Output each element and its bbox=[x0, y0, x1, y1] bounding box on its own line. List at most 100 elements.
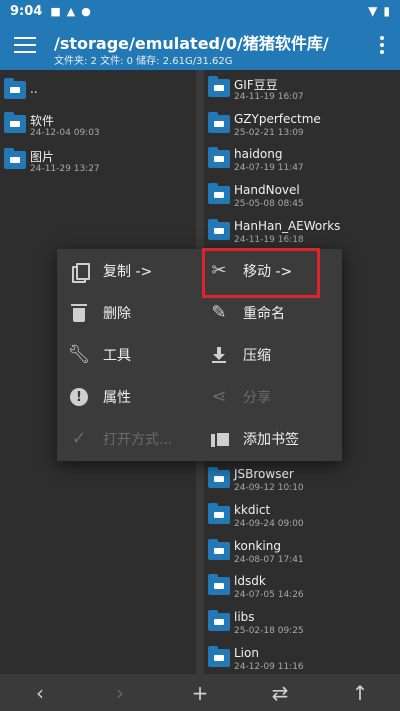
folder-icon bbox=[208, 76, 230, 97]
folder-icon bbox=[208, 610, 230, 631]
item-date: 24-11-29 13:27 bbox=[30, 164, 100, 174]
list-item[interactable]: kkdict 24-09-24 09:00 bbox=[204, 499, 400, 535]
more-options-icon[interactable] bbox=[380, 36, 384, 54]
wrench-icon: 🔧︎ bbox=[67, 344, 91, 365]
item-name: 软件 bbox=[30, 114, 55, 128]
back-button[interactable]: ‹ bbox=[20, 674, 60, 711]
share-menu-item: ⋖ 分享 bbox=[205, 377, 271, 417]
list-item[interactable]: GZYperfectme 25-02-21 13:09 bbox=[204, 108, 400, 144]
delete-label: 删除 bbox=[103, 306, 131, 322]
folder-icon bbox=[4, 148, 26, 169]
up-directory-button[interactable]: ↑ bbox=[340, 674, 380, 711]
wifi-icon: ▼ bbox=[368, 4, 378, 18]
list-item[interactable]: 图片 24-11-29 13:27 bbox=[0, 144, 196, 180]
copy-label: 复制 -> bbox=[103, 264, 153, 280]
open-with-label: 打开方式... bbox=[103, 432, 173, 448]
alert-circle-icon: ! bbox=[70, 388, 88, 406]
add-bookmark-label: 添加书签 bbox=[243, 432, 299, 448]
item-date: 24-11-19 16:18 bbox=[234, 235, 304, 245]
item-date: 25-05-08 08:45 bbox=[234, 199, 304, 209]
shield-icon: ● bbox=[81, 4, 91, 18]
folder-icon bbox=[4, 78, 26, 99]
swap-panes-button[interactable]: ⇄ bbox=[260, 674, 300, 711]
copy-icon bbox=[72, 263, 90, 283]
rename-menu-item[interactable]: ✎ 重命名 bbox=[205, 293, 285, 333]
list-item[interactable]: HandNovel 25-05-08 08:45 bbox=[204, 179, 400, 215]
delete-menu-item[interactable]: 删除 bbox=[65, 293, 131, 333]
folder-icon bbox=[208, 147, 230, 168]
status-time: 9:04 bbox=[10, 3, 43, 19]
folder-icon bbox=[208, 539, 230, 560]
item-name: Lion bbox=[234, 646, 259, 660]
folder-icon bbox=[208, 467, 230, 488]
item-name: 图片 bbox=[30, 150, 55, 164]
item-name: libs bbox=[234, 610, 255, 624]
list-item[interactable]: GIF豆豆 24-11-19 16:07 bbox=[204, 72, 400, 108]
share-label: 分享 bbox=[243, 390, 271, 406]
current-path: /storage/emulated/0/猪猪软件库/ bbox=[54, 34, 329, 53]
item-name: GIF豆豆 bbox=[234, 78, 278, 92]
share-icon: ⋖ bbox=[211, 386, 227, 407]
item-date: 24-07-05 14:26 bbox=[234, 590, 304, 600]
item-date: 25-02-18 09:25 bbox=[234, 626, 304, 636]
item-name: .. bbox=[30, 82, 38, 96]
check-icon: ✓ bbox=[71, 428, 87, 449]
tools-menu-item[interactable]: 🔧︎ 工具 bbox=[65, 335, 131, 375]
rename-label: 重命名 bbox=[243, 306, 285, 322]
add-button[interactable]: + bbox=[180, 674, 220, 711]
list-item[interactable]: libs 25-02-18 09:25 bbox=[204, 606, 400, 642]
list-item[interactable]: 软件 24-12-04 09:03 bbox=[0, 108, 196, 144]
copy-menu-item[interactable]: 复制 -> bbox=[65, 251, 152, 291]
list-item[interactable]: konking 24-08-07 17:41 bbox=[204, 535, 400, 571]
download-icon bbox=[212, 347, 226, 363]
list-item[interactable]: Lion 24-12-09 11:16 bbox=[204, 642, 400, 674]
forward-button[interactable]: › bbox=[100, 674, 140, 711]
folder-icon bbox=[208, 112, 230, 133]
list-item[interactable]: JSBrowser 24-09-12 10:10 bbox=[204, 463, 400, 499]
list-item[interactable]: HanHan_AEWorks 24-11-19 16:18 bbox=[204, 215, 400, 251]
compress-menu-item[interactable]: 压缩 bbox=[205, 335, 271, 375]
item-date: 24-09-12 10:10 bbox=[234, 483, 304, 493]
folder-icon bbox=[208, 219, 230, 240]
item-name: haidong bbox=[234, 147, 283, 161]
item-date: 24-11-19 16:07 bbox=[234, 92, 304, 102]
folder-icon bbox=[4, 112, 26, 133]
item-name: HanHan_AEWorks bbox=[234, 219, 341, 233]
menu-icon[interactable] bbox=[14, 34, 36, 56]
item-name: GZYperfectme bbox=[234, 112, 321, 126]
properties-label: 属性 bbox=[103, 390, 131, 406]
folder-summary: 文件夹: 2 文件: 0 储存: 2.61G/31.62G bbox=[54, 56, 233, 67]
notification-a-icon: ▲ bbox=[66, 4, 76, 18]
bookmark-icon bbox=[211, 431, 231, 448]
status-bar: 9:04 ■ ▲ ● ▼ ▮ bbox=[0, 0, 400, 22]
open-with-menu-item: ✓ 打开方式... bbox=[65, 419, 172, 459]
item-date: 24-08-07 17:41 bbox=[234, 555, 304, 565]
item-date: 25-02-21 13:09 bbox=[234, 128, 304, 138]
folder-icon bbox=[208, 183, 230, 204]
compress-label: 压缩 bbox=[243, 348, 271, 364]
list-item[interactable]: ldsdk 24-07-05 14:26 bbox=[204, 570, 400, 606]
tools-label: 工具 bbox=[103, 348, 131, 364]
item-name: kkdict bbox=[234, 503, 271, 517]
item-name: JSBrowser bbox=[234, 467, 294, 481]
notification-b-icon: ■ bbox=[50, 4, 61, 18]
folder-icon bbox=[208, 646, 230, 667]
highlight-box bbox=[202, 248, 320, 298]
item-date: 24-12-04 09:03 bbox=[30, 128, 100, 138]
bottom-nav-bar: ‹ › + ⇄ ↑ bbox=[0, 674, 400, 711]
item-name: HandNovel bbox=[234, 183, 300, 197]
list-item[interactable]: .. bbox=[0, 74, 196, 110]
folder-icon bbox=[208, 574, 230, 595]
item-date: 24-12-09 11:16 bbox=[234, 662, 304, 672]
trash-icon bbox=[71, 303, 87, 322]
add-bookmark-menu-item[interactable]: 添加书签 bbox=[205, 419, 299, 459]
battery-icon: ▮ bbox=[383, 4, 390, 18]
item-name: ldsdk bbox=[234, 574, 266, 588]
item-date: 24-07-19 11:47 bbox=[234, 163, 304, 173]
folder-icon bbox=[208, 503, 230, 524]
pencil-icon: ✎ bbox=[211, 302, 227, 323]
list-item[interactable]: haidong 24-07-19 11:47 bbox=[204, 143, 400, 179]
item-name: konking bbox=[234, 539, 281, 553]
properties-menu-item[interactable]: ! 属性 bbox=[65, 377, 131, 417]
app-toolbar: /storage/emulated/0/猪猪软件库/ 文件夹: 2 文件: 0 … bbox=[0, 22, 400, 70]
